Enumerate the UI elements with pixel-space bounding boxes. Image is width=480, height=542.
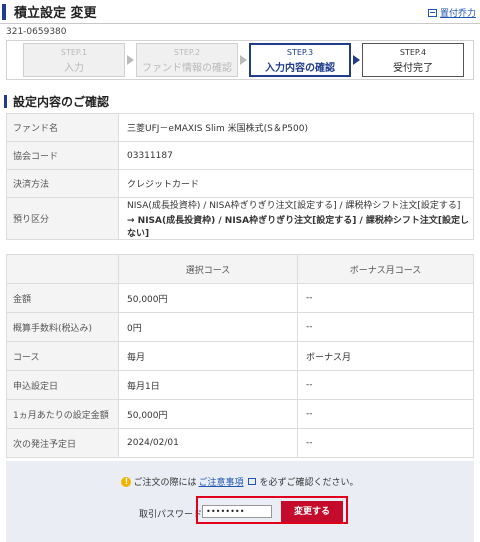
section-accent-bar [4, 95, 7, 108]
step-label: 入力 [64, 63, 84, 74]
step-number: STEP.3 [286, 48, 314, 57]
table-row: 申込設定日 毎月1日 -- [6, 370, 474, 400]
row-label: 金額 [6, 283, 119, 313]
order-id: 321-0659380 [6, 27, 67, 37]
notice-text-after: を必ずご確認ください。 [259, 478, 359, 488]
bonus-course-cell: -- [297, 399, 474, 429]
fund-name-value: 三菱UFJ－eMAXIS Slim 米国株式(S＆P500) [118, 113, 474, 142]
step-2: STEP.2 ファンド情報の確認 [136, 43, 238, 77]
section-title-text: 設定内容のご確認 [13, 95, 110, 109]
step-arrow-icon [240, 55, 247, 65]
selected-course-cell: 0円 [118, 312, 298, 342]
deposit-category-label: 預り区分 [6, 197, 119, 240]
bonus-course-cell: -- [297, 428, 474, 458]
payment-method-value: クレジットカード [118, 169, 474, 198]
table-row: 1ヵ月あたりの設定金額 50,000円 -- [6, 399, 474, 429]
deposit-current: NISA(成長投資枠) / NISA枠ぎりぎり注文[設定する] / 課税枠シフト… [127, 201, 461, 211]
selected-course-cell: 2024/02/01 [118, 428, 298, 458]
step-number: STEP.4 [399, 48, 427, 57]
step-arrow-icon [127, 55, 134, 65]
notice-text-before: ご注文の際には [133, 478, 197, 488]
table-row: 概算手数料(税込み) 0円 -- [6, 312, 474, 342]
selected-course-cell: 50,000円 [118, 399, 298, 429]
password-input[interactable]: •••••••• [202, 505, 272, 518]
table-row: 預り区分 NISA(成長投資枠) / NISA枠ぎりぎり注文[設定する] / 課… [6, 197, 474, 240]
selected-course-cell: 毎月 [118, 341, 298, 371]
external-window-icon [247, 478, 256, 485]
confirm-area: ! ご注文の際には ご注意事項 を必ずご確認ください。 取引パスワード ••••… [6, 461, 474, 542]
settings-info-table: ファンド名 三菱UFJ－eMAXIS Slim 米国株式(S＆P500) 協会コ… [6, 113, 474, 240]
row-label: コース [6, 341, 119, 371]
table-row: 協会コード 03311187 [6, 141, 474, 170]
bonus-course-cell: -- [297, 283, 474, 313]
step-3: STEP.3 入力内容の確認 [249, 43, 351, 77]
column-header-selected-course: 選択コース [118, 254, 298, 284]
batch-print-link[interactable]: 置付乔力 [427, 6, 476, 19]
caution-link[interactable]: ご注意事項 [198, 475, 243, 488]
section-title: 設定内容のご確認 [4, 93, 109, 110]
step-1: STEP.1 入力 [23, 43, 125, 77]
row-label: 概算手数料(税込み) [6, 312, 119, 342]
warning-icon: ! [121, 476, 132, 487]
row-label: 申込設定日 [6, 370, 119, 400]
batch-print-label: 置付乔力 [439, 9, 476, 19]
table-row: ファンド名 三菱UFJ－eMAXIS Slim 米国株式(S＆P500) [6, 113, 474, 142]
table-row: 決済方法 クレジットカード [6, 169, 474, 198]
step-number: STEP.1 [60, 48, 88, 57]
course-table: 選択コース ボーナス月コース 金額 50,000円 -- 概算手数料(税込み) … [6, 254, 474, 458]
bonus-course-cell: -- [297, 312, 474, 342]
step-4: STEP.4 受付完了 [362, 43, 464, 77]
row-label: 1ヵ月あたりの設定金額 [6, 399, 119, 429]
deposit-category-value: NISA(成長投資枠) / NISA枠ぎりぎり注文[設定する] / 課税枠シフト… [118, 197, 474, 240]
selected-course-cell: 50,000円 [118, 283, 298, 313]
association-code-label: 協会コード [6, 141, 119, 170]
association-code-value: 03311187 [118, 141, 474, 170]
column-header-bonus-course: ボーナス月コース [297, 254, 474, 284]
row-label: 次の発注予定日 [6, 428, 119, 458]
table-row: 金額 50,000円 -- [6, 283, 474, 313]
step-label: 受付完了 [393, 63, 433, 74]
title-accent-bar [2, 3, 6, 20]
bonus-course-cell: -- [297, 370, 474, 400]
title-bar: 積立設定 変更 置付乔力 [0, 0, 480, 24]
submit-change-button[interactable]: 変更する [281, 501, 343, 522]
fund-name-label: ファンド名 [6, 113, 119, 142]
step-indicator: STEP.1 入力 STEP.2 ファンド情報の確認 STEP.3 入力内容の確… [6, 40, 474, 80]
step-arrow-icon [353, 55, 360, 65]
selected-course-cell: 毎月1日 [118, 370, 298, 400]
page-title: 積立設定 変更 [14, 6, 97, 21]
step-number: STEP.2 [173, 48, 201, 57]
step-label: ファンド情報の確認 [142, 63, 232, 74]
table-row: 次の発注予定日 2024/02/01 -- [6, 428, 474, 458]
caution-notice: ! ご注文の際には ご注意事項 を必ずご確認ください。 [6, 475, 474, 488]
deposit-new: → NISA(成長投資枠) / NISA枠ぎりぎり注文[設定する] / 課税枠シ… [127, 216, 470, 239]
password-label: 取引パスワード [139, 510, 203, 520]
payment-method-label: 決済方法 [6, 169, 119, 198]
print-icon [427, 8, 437, 17]
bonus-course-cell: ボーナス月 [297, 341, 474, 371]
table-header-row: 選択コース ボーナス月コース [6, 254, 474, 284]
step-label: 入力内容の確認 [265, 63, 335, 74]
table-row: コース 毎月 ボーナス月 [6, 341, 474, 371]
column-header [6, 254, 119, 284]
